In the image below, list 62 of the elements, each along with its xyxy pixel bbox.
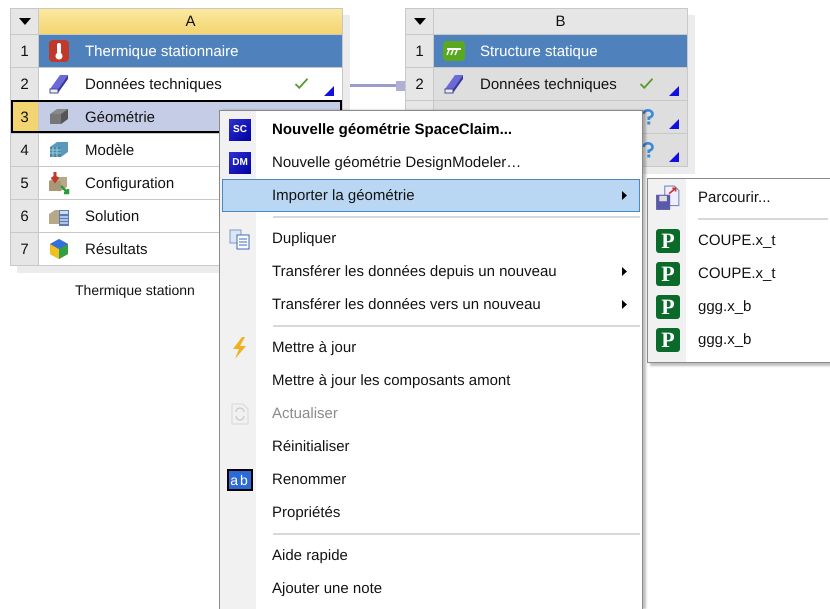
file-badge-icon: P xyxy=(656,228,680,252)
thermometer-icon xyxy=(47,39,71,63)
cell-label: Configuration xyxy=(85,174,174,192)
menu-item[interactable]: ab Renommer xyxy=(222,463,640,496)
corner-triangle-icon xyxy=(669,152,679,162)
menu-item[interactable]: Réinitialiser xyxy=(222,430,640,463)
menu-item[interactable]: P COUPE.x_t xyxy=(650,257,828,290)
menu-item[interactable]: Transférer les données vers un nouveau xyxy=(222,288,640,321)
row-number: 4 xyxy=(20,142,29,158)
cell-label: Résultats xyxy=(85,240,148,258)
table-row[interactable]: 1 Structure statique xyxy=(406,34,687,67)
submenu-arrow-icon xyxy=(622,267,627,276)
file-badge-icon: P xyxy=(656,262,680,286)
table-row[interactable]: 2 Données techniques xyxy=(11,67,342,100)
rename-icon: ab xyxy=(229,470,251,488)
menu-item[interactable]: Mettre à jour les composants amont xyxy=(222,364,640,397)
row-number: 7 xyxy=(20,240,29,258)
menu-item[interactable]: Propriétés xyxy=(222,496,640,529)
column-header: B xyxy=(555,13,566,30)
menu-item[interactable]: P ggg.x_b xyxy=(650,323,828,356)
menu-item[interactable]: Aide rapide xyxy=(222,539,640,572)
dropdown-icon[interactable] xyxy=(414,18,426,25)
table-row[interactable]: 1 Thermique stationnaire xyxy=(11,34,342,67)
column-header: A xyxy=(185,13,196,30)
file-badge-icon: P xyxy=(656,294,680,318)
corner-triangle-icon xyxy=(324,86,334,96)
row-number: 5 xyxy=(20,174,29,192)
menu-item[interactable]: Parcourir... xyxy=(650,181,828,214)
copy-icon xyxy=(228,226,252,250)
menu-item[interactable]: Importer la géométrie xyxy=(222,179,640,212)
cell-label: Modèle xyxy=(85,142,134,158)
row-number: 6 xyxy=(20,208,29,224)
floppy-file-icon xyxy=(655,184,681,210)
file-badge-icon: P xyxy=(656,328,680,352)
product-badge-icon: DM xyxy=(229,152,251,174)
menu-item[interactable]: Ajouter une note xyxy=(222,572,640,605)
cell-label: Structure statique xyxy=(480,42,598,60)
row-number: 3 xyxy=(20,108,29,126)
colored-cube-icon xyxy=(47,237,71,261)
system-caption: Thermique stationn xyxy=(75,282,195,298)
row-number: 1 xyxy=(20,42,29,60)
connector-port-icon xyxy=(396,81,406,91)
cell-label: Données techniques xyxy=(480,76,617,92)
menu-item[interactable]: P COUPE.x_t xyxy=(650,224,828,257)
menu-item[interactable]: P ggg.x_b xyxy=(650,290,828,323)
dropdown-icon[interactable] xyxy=(18,18,30,25)
row-number: 2 xyxy=(415,76,424,92)
table-row[interactable]: 2 Données techniques xyxy=(406,67,687,100)
menu-item[interactable]: Mettre à jour xyxy=(222,331,640,364)
row-number: 2 xyxy=(20,76,29,92)
product-badge-icon: SC xyxy=(229,118,251,140)
row-number: 1 xyxy=(415,42,424,60)
support-panel-icon xyxy=(442,39,466,63)
cell-label: Thermique stationnaire xyxy=(85,42,238,60)
submenu-arrow-icon xyxy=(622,300,627,309)
cell-label: Solution xyxy=(85,208,140,224)
corner-triangle-icon xyxy=(669,86,679,96)
cell-label: Données techniques xyxy=(85,76,222,92)
corner-triangle-icon xyxy=(669,119,679,129)
submenu-arrow-icon xyxy=(622,191,627,200)
cell-label: Géométrie xyxy=(85,108,156,126)
box-arrow-icon xyxy=(47,171,71,195)
